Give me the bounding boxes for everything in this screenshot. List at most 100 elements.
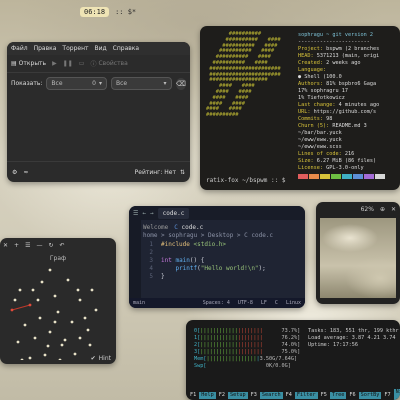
code-line[interactable]: 2: [143, 248, 266, 256]
fkey-action[interactable]: SortBy: [358, 392, 382, 399]
code-line[interactable]: 4 printf("Hello world!\n");: [143, 264, 265, 272]
fkey-action[interactable]: Nice -: [393, 388, 400, 400]
forward-icon[interactable]: →: [150, 210, 154, 217]
fkey-label[interactable]: F3: [251, 392, 257, 399]
properties-button[interactable]: ⓘ Свойства: [90, 59, 127, 68]
graph-node[interactable]: [31, 288, 35, 292]
minimize-icon[interactable]: —: [36, 242, 42, 249]
undo-icon[interactable]: ↶: [59, 242, 64, 249]
open-button[interactable]: ▤ Открыть: [11, 60, 46, 67]
refresh-icon[interactable]: ↻: [48, 242, 53, 249]
code-line[interactable]: 3 int main() {: [143, 256, 266, 264]
encoding-indicator[interactable]: UTF-8: [238, 300, 253, 306]
tab-code[interactable]: code.c: [157, 207, 190, 219]
graph-board[interactable]: [0, 260, 116, 360]
graph-node[interactable]: [78, 336, 82, 340]
close-icon[interactable]: ✕: [391, 206, 396, 213]
graph-node[interactable]: [48, 268, 52, 272]
code-line[interactable]: 5}: [143, 272, 266, 280]
graph-node[interactable]: [83, 316, 87, 320]
graph-node[interactable]: [48, 330, 52, 334]
terminal-neofetch: ########## ########## #### ########## ##…: [200, 26, 400, 190]
fkey-label[interactable]: F2: [219, 392, 225, 399]
back-icon[interactable]: ←: [142, 210, 146, 217]
graph-node[interactable]: [53, 320, 57, 324]
ratio-icon[interactable]: ⇅: [180, 169, 185, 176]
info-value: GPL-3.0-only: [323, 165, 364, 171]
menu-torrent[interactable]: Торрент: [62, 45, 88, 52]
pause-icon[interactable]: ❚❚: [63, 60, 73, 67]
graph-node[interactable]: [28, 303, 32, 307]
eol-indicator[interactable]: LF: [261, 300, 267, 306]
graph-node[interactable]: [63, 338, 67, 342]
cpu-meter: 3[|||||||||||||||||||| 75.0%]: [194, 349, 304, 356]
menu-view[interactable]: Вид: [94, 45, 106, 52]
info-value: 6.27 MiB (86 files): [313, 158, 377, 164]
hint-button[interactable]: Hint: [99, 355, 111, 362]
language-indicator[interactable]: C: [275, 300, 278, 306]
graph-node[interactable]: [16, 340, 20, 344]
graph-node[interactable]: [53, 294, 57, 298]
add-icon[interactable]: +: [14, 242, 19, 249]
graph-node[interactable]: [46, 344, 50, 348]
tab-welcome[interactable]: Welcome: [143, 224, 168, 231]
graph-node[interactable]: [56, 310, 60, 314]
fkey-label[interactable]: F6: [349, 392, 355, 399]
terminal-prompt[interactable]: ratix-fox ~/bspwm :: $: [206, 177, 285, 184]
code-area[interactable]: 1 #include <stdio.h> 2 3 int main() {4 print…: [143, 240, 266, 280]
menu-icon[interactable]: ☰: [25, 242, 30, 249]
graph-node[interactable]: [10, 308, 14, 312]
menu-help[interactable]: Справка: [113, 45, 139, 52]
backspace-icon: ⌫: [175, 79, 186, 88]
graph-node[interactable]: [13, 298, 17, 302]
graph-node[interactable]: [60, 343, 64, 347]
fkey-label[interactable]: F7: [384, 392, 390, 399]
graph-node[interactable]: [70, 320, 74, 324]
tab-code-file[interactable]: C code.c: [174, 224, 203, 231]
graph-node[interactable]: [76, 288, 80, 292]
play-icon[interactable]: ▶: [52, 60, 57, 67]
zoom-level[interactable]: 62%: [361, 206, 374, 213]
close-icon[interactable]: ✕: [3, 242, 8, 249]
status-filter-select[interactable]: Все 0 ▾: [46, 77, 107, 90]
fkey-label[interactable]: F1: [190, 392, 196, 399]
filter-row: Показать: Все 0 ▾ Все ▾ ⌫: [7, 73, 190, 94]
fkey-action[interactable]: Filter: [294, 392, 318, 399]
clear-filter-button[interactable]: ⌫: [175, 77, 186, 90]
tracker-filter-select[interactable]: Все ▾: [110, 77, 172, 90]
graph-node[interactable]: [36, 298, 40, 302]
fkey-action[interactable]: Help: [199, 392, 216, 399]
graph-node[interactable]: [94, 308, 98, 312]
remove-icon[interactable]: ▭: [79, 60, 85, 67]
fkey-action[interactable]: Search: [259, 392, 283, 399]
fkey-label[interactable]: F5: [321, 392, 327, 399]
graph-node[interactable]: [18, 288, 22, 292]
info-value: ~/bar/bar.yuck: [298, 130, 342, 136]
breadcrumb[interactable]: home > sophragu > Desktop > C code.c: [143, 232, 273, 239]
graph-node[interactable]: [33, 336, 37, 340]
graph-node[interactable]: [90, 288, 94, 292]
indent-indicator[interactable]: Spaces: 4: [203, 300, 230, 306]
fkey-label[interactable]: F4: [286, 392, 292, 399]
graph-node[interactable]: [66, 278, 70, 282]
graph-node[interactable]: [86, 328, 90, 332]
code-line[interactable]: 1 #include <stdio.h>: [143, 240, 266, 248]
fkey-action[interactable]: Tree: [329, 392, 347, 399]
graph-node[interactable]: [40, 280, 44, 284]
branch-indicator[interactable]: main: [133, 300, 145, 306]
fkey-action[interactable]: Setup: [228, 392, 248, 399]
graph-node[interactable]: [38, 316, 42, 320]
info-value: 2 weeks ago: [323, 60, 361, 66]
chevron-down-icon: ▾: [98, 80, 102, 87]
zoom-in-icon[interactable]: ⊕: [380, 206, 385, 213]
os-indicator[interactable]: Linux: [286, 300, 301, 306]
menu-file[interactable]: Файл: [11, 45, 28, 52]
line-number: 4: [149, 264, 153, 272]
turtle-icon[interactable]: ≈: [23, 169, 28, 176]
graph-node[interactable]: [23, 323, 27, 327]
graph-node[interactable]: [78, 298, 82, 302]
menu-edit[interactable]: Правка: [34, 45, 57, 52]
graph-node[interactable]: [88, 343, 92, 347]
menu-icon[interactable]: ☰: [133, 210, 138, 217]
settings-icon[interactable]: ⚙: [12, 169, 17, 176]
